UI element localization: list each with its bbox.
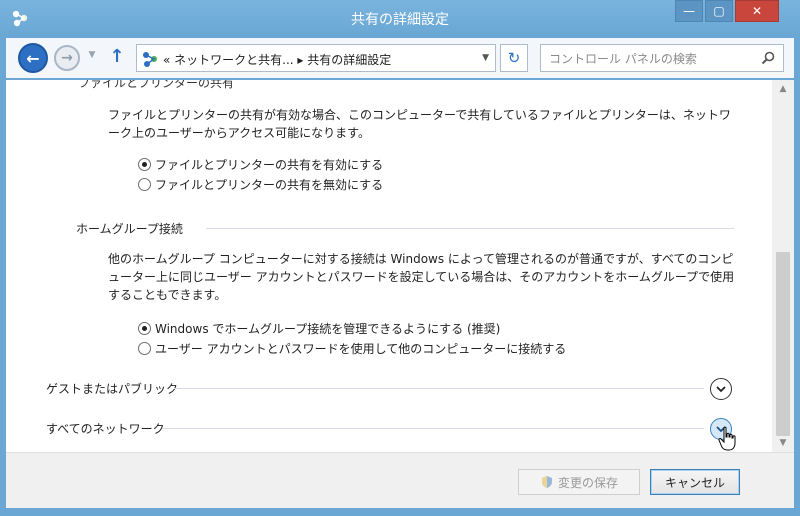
radio-label: ファイルとプリンターの共有を無効にする [155,178,384,192]
recent-pages-chevron-down-icon[interactable]: ▼ [86,50,98,64]
radio-button[interactable] [138,342,151,355]
chevron-down-icon [716,386,726,393]
address-bar[interactable]: « ネットワークと共有... ▸ 共有の詳細設定 ▼ [136,44,496,72]
scrollbar-thumb[interactable] [776,252,790,436]
forward-button[interactable]: → [54,45,80,71]
radio-use-user-account[interactable]: ユーザー アカウントとパスワードを使用して他のコンピューターに接続する [138,340,566,357]
search-icon[interactable] [761,51,775,65]
homegroup-description: 他のホームグループ コンピューターに対する接続は Windows によって管理さ… [108,252,735,302]
title-bar[interactable]: 共有の詳細設定 — ▢ ✕ [0,0,800,36]
address-chevron-down-icon[interactable]: ▼ [482,53,489,63]
radio-label: ユーザー アカウントとパスワードを使用して他のコンピューターに接続する [155,342,567,356]
hand-cursor-icon [718,426,736,451]
profile-all-networks-header[interactable]: すべてのネットワーク [46,420,165,437]
save-label: 変更の保存 [557,475,618,490]
search-input[interactable] [549,50,749,68]
radio-button[interactable] [138,178,151,191]
network-icon [143,52,157,67]
radio-label: Windows でホームグループ接続を管理できるようにする (推奨) [155,322,501,336]
divider [162,428,704,429]
radio-label: ファイルとプリンターの共有を有効にする [155,158,384,172]
radio-disable-file-sharing[interactable]: ファイルとプリンターの共有を無効にする [138,176,383,193]
up-button[interactable]: ↑ [106,46,128,70]
scroll-up-icon[interactable]: ▲ [772,80,794,98]
back-button[interactable]: ← [18,43,48,73]
refresh-button[interactable]: ↻ [500,44,528,72]
minimize-button[interactable]: — [675,0,703,22]
settings-content: ファイルとプリンターの共有 ファイルとプリンターの共有が有効な場合、このコンピュ… [6,80,772,452]
window: 共有の詳細設定 — ▢ ✕ ← → ▼ ↑ « ネットワークと共有... ▸ 共… [0,0,800,516]
scroll-down-icon[interactable]: ▼ [772,434,794,452]
breadcrumb[interactable]: « ネットワークと共有... ▸ 共有の詳細設定 [163,51,391,68]
homegroup-section-title: ホームグループ接続 [76,222,183,236]
radio-enable-file-sharing[interactable]: ファイルとプリンターの共有を有効にする [138,156,383,173]
navigation-bar: ← → ▼ ↑ « ネットワークと共有... ▸ 共有の詳細設定 ▼ ↻ [6,38,794,78]
divider [174,388,704,389]
expand-guest-public-button[interactable] [710,378,732,400]
radio-windows-manage-homegroup[interactable]: Windows でホームグループ接続を管理できるようにする (推奨) [138,320,500,337]
radio-button[interactable] [138,322,151,335]
save-changes-button[interactable]: 変更の保存 [518,469,640,495]
profile-guest-public-header[interactable]: ゲストまたはパブリック [46,380,178,397]
divider [206,228,734,229]
uac-shield-icon [541,476,552,488]
radio-button[interactable] [138,158,151,171]
maximize-button[interactable]: ▢ [705,0,733,22]
cancel-button[interactable]: キャンセル [650,469,740,495]
dialog-footer: 変更の保存 キャンセル [6,452,794,508]
search-box[interactable] [540,44,784,72]
vertical-scrollbar[interactable]: ▲ ▼ [772,80,794,452]
close-button[interactable]: ✕ [735,0,779,22]
file-sharing-section-title: ファイルとプリンターの共有 [78,80,235,90]
file-sharing-description: ファイルとプリンターの共有が有効な場合、このコンピューターで共有しているファイル… [108,108,731,140]
